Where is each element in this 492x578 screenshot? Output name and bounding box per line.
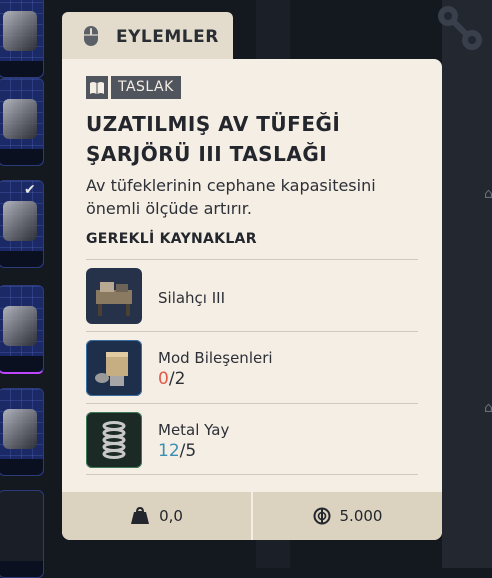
price-value: 5.000	[339, 507, 383, 525]
inventory-slot[interactable]	[0, 490, 44, 578]
inventory-slot[interactable]	[0, 78, 44, 166]
requirement-row: Metal Yay 12/5	[86, 403, 418, 476]
lock-icon: ⌂	[484, 186, 492, 202]
weight-stat: 0,0	[62, 492, 251, 540]
requirement-count: 12/5	[158, 441, 196, 461]
tab-label: EYLEMLER	[116, 27, 219, 47]
metal-spring-icon	[86, 412, 142, 468]
required-count: 2	[174, 369, 186, 389]
inventory-slot[interactable]	[0, 285, 44, 374]
check-icon: ✔	[24, 182, 36, 198]
inventory-slot[interactable]	[0, 180, 44, 268]
mouse-icon	[84, 26, 98, 46]
required-count: 5	[185, 441, 197, 461]
link-icon	[438, 6, 482, 50]
badge-label: TASLAK	[111, 76, 181, 99]
item-description: Av tüfeklerinin cephane kapasitesini öne…	[86, 176, 376, 218]
book-icon	[86, 76, 108, 99]
price-stat: 5.000	[253, 492, 442, 540]
requirement-row: Mod Bileşenleri 0/2	[86, 331, 418, 404]
coin-icon	[313, 507, 331, 525]
owned-count: 0	[158, 369, 169, 389]
requirement-name: Mod Bileşenleri	[158, 349, 273, 367]
item-footer: 0,0 5.000	[62, 492, 442, 540]
requirement-row: Silahçı III	[86, 259, 418, 332]
requirements-header: GEREKLİ KAYNAKLAR	[86, 231, 257, 247]
actions-tab[interactable]: EYLEMLER	[62, 12, 233, 62]
requirement-name: Metal Yay	[158, 421, 230, 439]
inventory-slot[interactable]	[0, 0, 44, 78]
owned-count: 12	[158, 441, 180, 461]
lock-icon: ⌂	[484, 400, 492, 416]
background-side-panel	[442, 0, 492, 568]
inventory-slot[interactable]	[0, 388, 44, 476]
item-title: UZATILMIŞ AV TÜFEĞİ ŞARJÖRÜ III TASLAĞI	[86, 112, 341, 166]
requirement-name: Silahçı III	[158, 289, 226, 307]
mod-components-icon	[86, 340, 142, 396]
weight-value: 0,0	[159, 507, 183, 525]
item-tooltip: TASLAK UZATILMIŞ AV TÜFEĞİ ŞARJÖRÜ III T…	[62, 59, 442, 540]
divider	[86, 474, 418, 475]
weight-icon	[131, 507, 150, 524]
requirement-count: 0/2	[158, 369, 185, 389]
workbench-icon	[86, 268, 142, 324]
blueprint-badge: TASLAK	[86, 76, 181, 99]
